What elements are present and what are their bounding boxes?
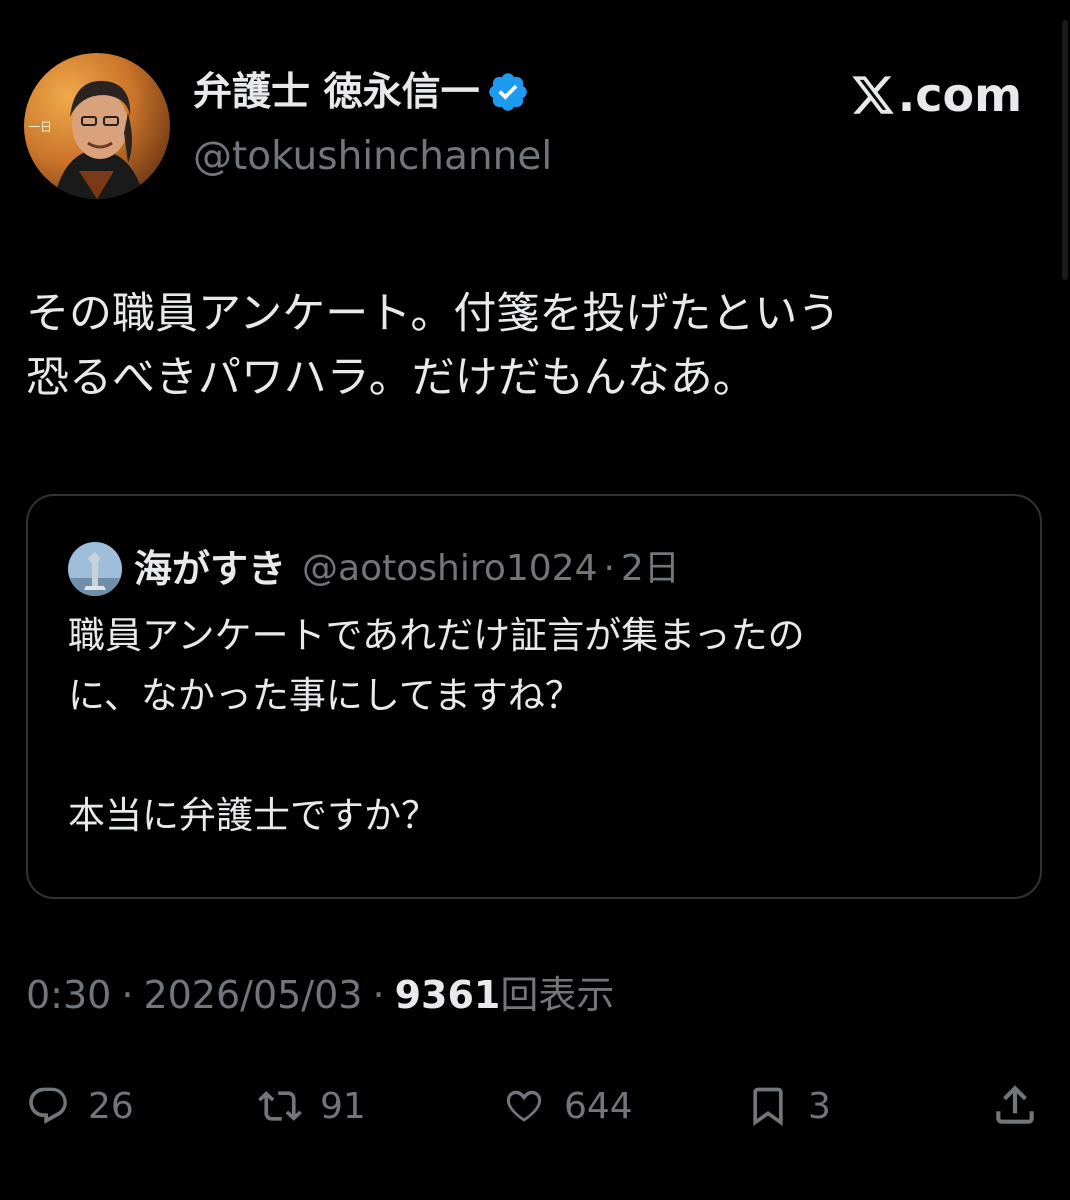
quoted-line: 職員アンケートであれだけ証言が集まったの	[68, 614, 805, 657]
repost-count: 91	[320, 1085, 366, 1127]
author-avatar[interactable]: 一日	[24, 53, 170, 199]
author-handle[interactable]: @tokushinchannel	[193, 137, 552, 176]
quoted-tweet-card[interactable]: 海がすき @aotoshiro1024 · 2日 職員アンケートであれだけ証言が…	[26, 494, 1042, 899]
quoted-timestamp[interactable]: 2日	[621, 551, 680, 587]
tweet-meta: 0:30 · 2026/05/03 · 9361 回表示	[26, 976, 614, 1014]
views-label: 回表示	[500, 973, 615, 1017]
tweet-date[interactable]: 2026/05/03	[143, 976, 362, 1014]
brand-label: .com	[897, 68, 1022, 122]
repost-icon	[258, 1091, 302, 1121]
svg-text:一日: 一日	[28, 120, 52, 134]
reply-button[interactable]: 26	[26, 1070, 134, 1142]
quoted-tweet-header: 海がすき @aotoshiro1024 · 2日	[68, 542, 680, 596]
meta-separator: ·	[121, 973, 134, 1017]
reply-icon	[29, 1087, 67, 1124]
brand-logo: .com	[850, 72, 1022, 118]
quoted-separator: ·	[603, 548, 615, 589]
share-icon[interactable]	[990, 1080, 1040, 1130]
bookmark-icon	[753, 1087, 783, 1127]
tweet-line: その職員アンケート。付箋を投げたという	[26, 289, 841, 339]
quoted-author-name[interactable]: 海がすき	[134, 550, 286, 588]
author-name[interactable]: 弁護士 徳永信一	[193, 73, 480, 112]
quoted-line: に、なかった事にしてますね？	[68, 674, 582, 717]
scrollbar[interactable]	[1062, 20, 1068, 280]
bookmark-count: 3	[808, 1085, 831, 1127]
like-button[interactable]: 644	[502, 1070, 633, 1142]
repost-button[interactable]: 91	[258, 1070, 366, 1142]
like-count: 644	[564, 1085, 633, 1127]
views-count: 9361	[394, 973, 501, 1017]
quoted-line: 本当に弁護士ですか？	[68, 794, 438, 837]
tweet-text: その職員アンケート。付箋を投げたという 恐るべきパワハラ。だけだもんなあ。	[26, 282, 1036, 410]
reply-count: 26	[88, 1085, 134, 1127]
heart-icon	[506, 1090, 542, 1122]
quoted-tweet-text: 職員アンケートであれだけ証言が集まったの に、なかった事にしてますね？ 本当に弁…	[68, 606, 1028, 846]
quoted-line-blank	[68, 726, 1028, 786]
meta-separator: ·	[372, 973, 385, 1017]
quoted-author-handle[interactable]: @aotoshiro1024	[302, 551, 597, 587]
quoted-author-avatar[interactable]	[68, 542, 122, 596]
action-bar: 26 91 644 3	[0, 1070, 1070, 1142]
x-logo-icon	[852, 76, 894, 114]
verified-badge-icon	[488, 73, 527, 111]
tweet-time[interactable]: 0:30	[26, 976, 111, 1014]
bookmark-button[interactable]: 3	[746, 1070, 831, 1142]
tweet-line: 恐るべきパワハラ。だけだもんなあ。	[26, 353, 756, 403]
author-name-row[interactable]: 弁護士 徳永信一	[193, 70, 530, 114]
